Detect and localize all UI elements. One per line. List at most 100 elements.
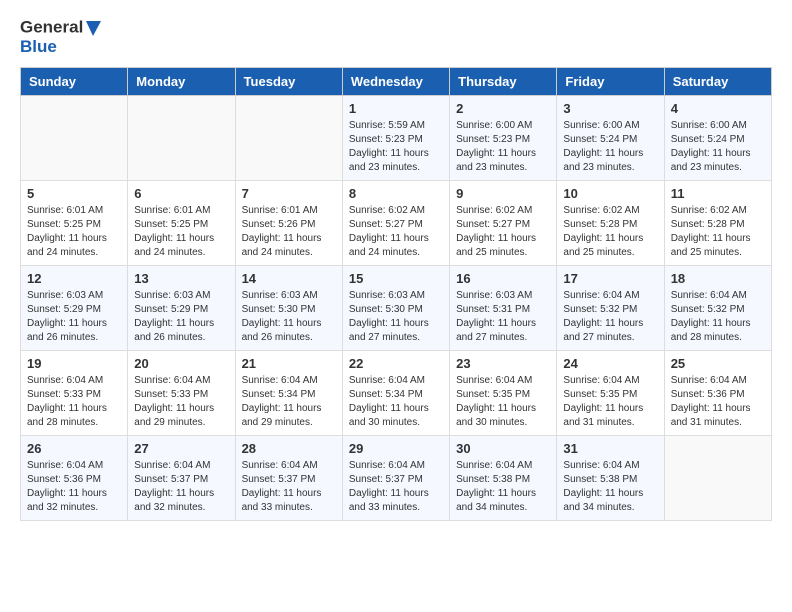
calendar-cell: 29 Sunrise: 6:04 AM Sunset: 5:37 PM Dayli… <box>342 435 449 520</box>
day-number: 22 <box>349 356 443 371</box>
week-row-3: 12 Sunrise: 6:03 AM Sunset: 5:29 PM Dayli… <box>21 265 772 350</box>
day-number: 30 <box>456 441 550 456</box>
day-number: 23 <box>456 356 550 371</box>
calendar-cell: 20 Sunrise: 6:04 AM Sunset: 5:33 PM Dayli… <box>128 350 235 435</box>
day-number: 1 <box>349 101 443 116</box>
calendar-cell: 9 Sunrise: 6:02 AM Sunset: 5:27 PM Daylig… <box>450 180 557 265</box>
day-info: Sunrise: 6:02 AM Sunset: 5:28 PM Dayligh… <box>671 204 765 260</box>
day-info: Sunrise: 6:04 AM Sunset: 5:33 PM Dayligh… <box>134 374 228 430</box>
calendar-cell: 11 Sunrise: 6:02 AM Sunset: 5:28 PM Dayli… <box>664 180 771 265</box>
day-number: 31 <box>563 441 657 456</box>
day-info: Sunrise: 6:04 AM Sunset: 5:38 PM Dayligh… <box>456 459 550 515</box>
day-info: Sunrise: 5:59 AM Sunset: 5:23 PM Dayligh… <box>349 119 443 175</box>
calendar-cell: 12Sunrise: 6:03 AM Sunset: 5:29 PM Dayli… <box>21 265 128 350</box>
logo: General Blue <box>20 18 101 57</box>
calendar-cell <box>128 95 235 180</box>
calendar-cell: 28 Sunrise: 6:04 AM Sunset: 5:37 PM Dayli… <box>235 435 342 520</box>
calendar-cell: 19 Sunrise: 6:04 AM Sunset: 5:33 PM Dayli… <box>21 350 128 435</box>
day-info: Sunrise: 6:04 AM Sunset: 5:35 PM Dayligh… <box>563 374 657 430</box>
calendar-cell: 3 Sunrise: 6:00 AM Sunset: 5:24 PM Daylig… <box>557 95 664 180</box>
day-info: Sunrise: 6:04 AM Sunset: 5:32 PM Dayligh… <box>671 289 765 345</box>
calendar-cell: 7 Sunrise: 6:01 AM Sunset: 5:26 PM Daylig… <box>235 180 342 265</box>
day-number: 28 <box>242 441 336 456</box>
weekday-header-row: SundayMondayTuesdayWednesdayThursdayFrid… <box>21 67 772 95</box>
day-info: Sunrise: 6:04 AM Sunset: 5:38 PM Dayligh… <box>563 459 657 515</box>
logo-text: General Blue <box>20 18 101 57</box>
day-info: Sunrise: 6:01 AM Sunset: 5:25 PM Dayligh… <box>27 204 121 260</box>
calendar-cell: 31 Sunrise: 6:04 AM Sunset: 5:38 PM Dayli… <box>557 435 664 520</box>
week-row-5: 26 Sunrise: 6:04 AM Sunset: 5:36 PM Dayli… <box>21 435 772 520</box>
calendar-cell: 10Sunrise: 6:02 AM Sunset: 5:28 PM Dayli… <box>557 180 664 265</box>
day-number: 17 <box>563 271 657 286</box>
calendar-cell: 21 Sunrise: 6:04 AM Sunset: 5:34 PM Dayli… <box>235 350 342 435</box>
day-info: Sunrise: 6:03 AM Sunset: 5:30 PM Dayligh… <box>349 289 443 345</box>
day-info: Sunrise: 6:04 AM Sunset: 5:36 PM Dayligh… <box>27 459 121 515</box>
day-number: 5 <box>27 186 121 201</box>
weekday-header-tuesday: Tuesday <box>235 67 342 95</box>
day-number: 10 <box>563 186 657 201</box>
day-info: Sunrise: 6:04 AM Sunset: 5:34 PM Dayligh… <box>242 374 336 430</box>
day-number: 19 <box>27 356 121 371</box>
calendar-cell: 17 Sunrise: 6:04 AM Sunset: 5:32 PM Dayli… <box>557 265 664 350</box>
day-info: Sunrise: 6:03 AM Sunset: 5:29 PM Dayligh… <box>134 289 228 345</box>
day-info: Sunrise: 6:03 AM Sunset: 5:31 PM Dayligh… <box>456 289 550 345</box>
day-number: 25 <box>671 356 765 371</box>
weekday-header-monday: Monday <box>128 67 235 95</box>
calendar-cell: 4Sunrise: 6:00 AM Sunset: 5:24 PM Daylig… <box>664 95 771 180</box>
calendar-cell: 27 Sunrise: 6:04 AM Sunset: 5:37 PM Dayli… <box>128 435 235 520</box>
weekday-header-sunday: Sunday <box>21 67 128 95</box>
calendar-cell: 23Sunrise: 6:04 AM Sunset: 5:35 PM Dayli… <box>450 350 557 435</box>
weekday-header-saturday: Saturday <box>664 67 771 95</box>
day-info: Sunrise: 6:02 AM Sunset: 5:27 PM Dayligh… <box>456 204 550 260</box>
day-info: Sunrise: 6:00 AM Sunset: 5:23 PM Dayligh… <box>456 119 550 175</box>
calendar-cell: 30 Sunrise: 6:04 AM Sunset: 5:38 PM Dayli… <box>450 435 557 520</box>
day-info: Sunrise: 6:03 AM Sunset: 5:30 PM Dayligh… <box>242 289 336 345</box>
calendar-cell: 15Sunrise: 6:03 AM Sunset: 5:30 PM Dayli… <box>342 265 449 350</box>
header: General Blue <box>0 0 792 67</box>
day-number: 26 <box>27 441 121 456</box>
calendar-cell: 26 Sunrise: 6:04 AM Sunset: 5:36 PM Dayli… <box>21 435 128 520</box>
day-number: 8 <box>349 186 443 201</box>
day-info: Sunrise: 6:00 AM Sunset: 5:24 PM Dayligh… <box>671 119 765 175</box>
calendar-cell: 14 Sunrise: 6:03 AM Sunset: 5:30 PM Dayli… <box>235 265 342 350</box>
day-info: Sunrise: 6:00 AM Sunset: 5:24 PM Dayligh… <box>563 119 657 175</box>
day-number: 14 <box>242 271 336 286</box>
day-info: Sunrise: 6:01 AM Sunset: 5:25 PM Dayligh… <box>134 204 228 260</box>
calendar-cell: 16 Sunrise: 6:03 AM Sunset: 5:31 PM Dayli… <box>450 265 557 350</box>
day-info: Sunrise: 6:04 AM Sunset: 5:37 PM Dayligh… <box>349 459 443 515</box>
day-number: 29 <box>349 441 443 456</box>
day-number: 3 <box>563 101 657 116</box>
day-info: Sunrise: 6:04 AM Sunset: 5:34 PM Dayligh… <box>349 374 443 430</box>
day-number: 7 <box>242 186 336 201</box>
day-info: Sunrise: 6:02 AM Sunset: 5:27 PM Dayligh… <box>349 204 443 260</box>
day-info: Sunrise: 6:01 AM Sunset: 5:26 PM Dayligh… <box>242 204 336 260</box>
day-info: Sunrise: 6:04 AM Sunset: 5:32 PM Dayligh… <box>563 289 657 345</box>
day-number: 18 <box>671 271 765 286</box>
day-info: Sunrise: 6:04 AM Sunset: 5:37 PM Dayligh… <box>242 459 336 515</box>
weekday-header-friday: Friday <box>557 67 664 95</box>
week-row-2: 5 Sunrise: 6:01 AM Sunset: 5:25 PM Daylig… <box>21 180 772 265</box>
day-number: 20 <box>134 356 228 371</box>
day-number: 12 <box>27 271 121 286</box>
day-number: 13 <box>134 271 228 286</box>
day-info: Sunrise: 6:04 AM Sunset: 5:37 PM Dayligh… <box>134 459 228 515</box>
day-number: 11 <box>671 186 765 201</box>
calendar-cell: 2 Sunrise: 6:00 AM Sunset: 5:23 PM Daylig… <box>450 95 557 180</box>
weekday-header-wednesday: Wednesday <box>342 67 449 95</box>
calendar-cell: 6Sunrise: 6:01 AM Sunset: 5:25 PM Daylig… <box>128 180 235 265</box>
calendar-cell: 22 Sunrise: 6:04 AM Sunset: 5:34 PM Dayli… <box>342 350 449 435</box>
day-number: 2 <box>456 101 550 116</box>
day-number: 9 <box>456 186 550 201</box>
calendar-cell <box>235 95 342 180</box>
calendar-cell: 25 Sunrise: 6:04 AM Sunset: 5:36 PM Dayli… <box>664 350 771 435</box>
calendar-cell: 18 Sunrise: 6:04 AM Sunset: 5:32 PM Dayli… <box>664 265 771 350</box>
calendar-cell: 1 Sunrise: 5:59 AM Sunset: 5:23 PM Daylig… <box>342 95 449 180</box>
day-number: 16 <box>456 271 550 286</box>
calendar-cell <box>21 95 128 180</box>
day-info: Sunrise: 6:04 AM Sunset: 5:33 PM Dayligh… <box>27 374 121 430</box>
day-number: 21 <box>242 356 336 371</box>
day-info: Sunrise: 6:04 AM Sunset: 5:36 PM Dayligh… <box>671 374 765 430</box>
weekday-header-thursday: Thursday <box>450 67 557 95</box>
day-number: 24 <box>563 356 657 371</box>
day-number: 27 <box>134 441 228 456</box>
